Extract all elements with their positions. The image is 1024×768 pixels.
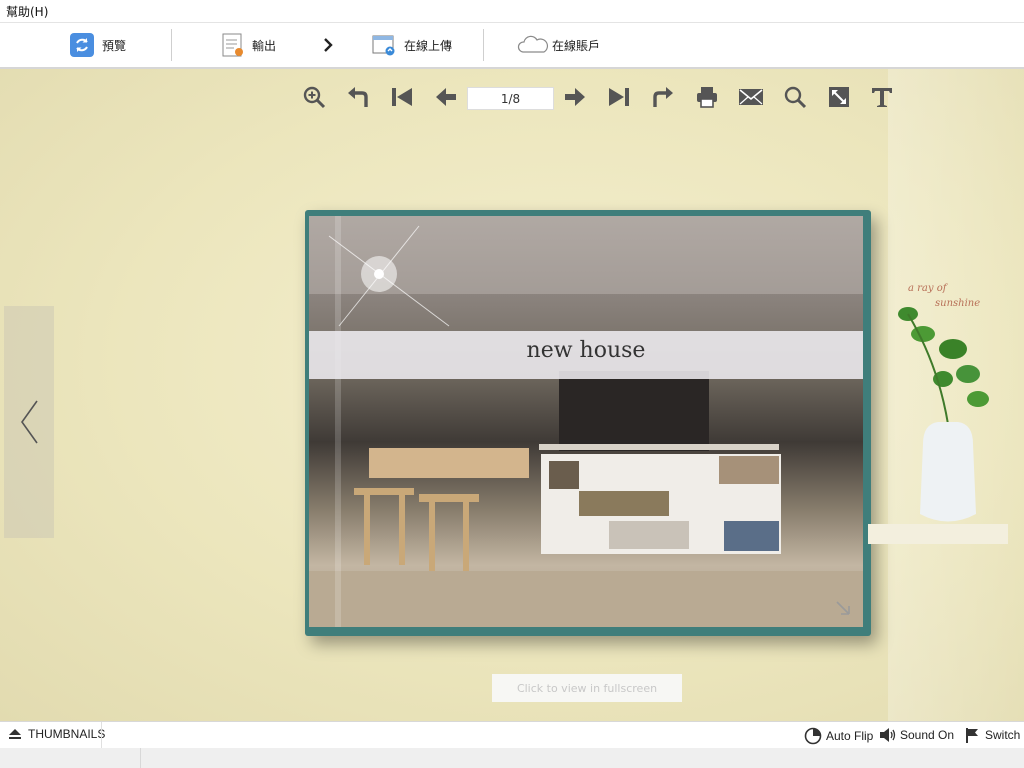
window-upload-icon [372,35,395,56]
prev-page-icon [436,88,456,106]
redo-icon [653,87,673,107]
play-icon [804,727,822,745]
prev-page-button[interactable] [432,83,460,111]
switch-label: Switch [985,728,1021,742]
plant-vase-decoration [868,307,1008,544]
previous-page-nav[interactable] [4,306,54,538]
upload-label: 在線上傳 [404,38,453,53]
fullscreen-icon [829,87,849,107]
speaker-icon [880,728,896,742]
book-title: new house [526,338,646,363]
thumbnails-label: THUMBNAILS [28,727,106,741]
flipbook[interactable]: new house [305,210,871,636]
account-button[interactable]: 在線賬戶 [517,29,600,61]
output-button[interactable]: 輸出 [222,29,276,61]
print-icon [697,87,717,108]
flag-icon [966,728,978,743]
chevron-left-icon [21,400,38,444]
search-button[interactable] [781,83,809,111]
main-toolbar: 預覽 輸出 在線上傳 在線賬戶 [0,23,1024,69]
mail-icon [739,89,763,105]
print-button[interactable] [693,83,721,111]
toolbar-divider [483,29,484,61]
wall-caption: a ray of [908,283,947,294]
undo-button[interactable] [344,83,372,111]
page-indicator[interactable]: 1/8 [467,87,554,110]
sound-toggle[interactable]: Sound On [879,727,954,743]
redo-button[interactable] [649,83,677,111]
next-page-button[interactable] [561,83,589,111]
preview-button[interactable]: 預覽 [70,29,126,61]
status-bar [0,748,1024,768]
thumbnails-button[interactable]: THUMBNAILS [8,727,105,741]
next-page-icon [565,88,585,106]
toolbar-divider [171,29,172,61]
sound-label: Sound On [900,728,955,742]
email-button[interactable] [737,83,765,111]
account-label: 在線賬戶 [552,38,601,53]
wall-caption: sunshine [935,298,981,309]
search-icon [784,86,807,109]
auto-flip-toggle[interactable]: Auto Flip [804,727,873,745]
fullscreen-button[interactable] [825,83,853,111]
menu-help[interactable]: 幫助(H) [6,3,48,20]
book-cover-page: new house [309,216,863,627]
fullscreen-hint-button[interactable]: Click to view in fullscreen [492,674,682,702]
output-expand-button[interactable] [322,29,334,61]
zoom-in-icon [303,86,326,109]
undo-icon [348,87,368,107]
menu-bar: 幫助(H) [0,0,1024,23]
status-divider [140,748,141,768]
document-icon [222,33,243,57]
flipbook-stage: 1/8 new house Click to view in fullscree… [0,69,1024,721]
zoom-in-button[interactable] [300,83,328,111]
bottom-divider [101,722,102,748]
kitchen-photo [309,216,863,627]
output-label: 輸出 [252,38,277,53]
upload-button[interactable]: 在線上傳 [372,29,452,61]
refresh-icon [70,33,94,57]
switch-button[interactable]: Switch [964,727,1020,743]
text-icon [872,88,892,107]
last-page-button[interactable] [605,83,633,111]
first-page-button[interactable] [388,83,416,111]
eject-icon [9,729,21,739]
chevron-right-icon [324,38,333,52]
auto-flip-label: Auto Flip [826,729,874,743]
cloud-icon [517,35,549,53]
preview-label: 預覽 [102,38,127,53]
text-button[interactable] [868,83,896,111]
last-page-icon [609,88,629,106]
first-page-icon [392,88,412,106]
viewer-bottom-bar: THUMBNAILS Auto Flip Sound On Switch [0,721,1024,749]
